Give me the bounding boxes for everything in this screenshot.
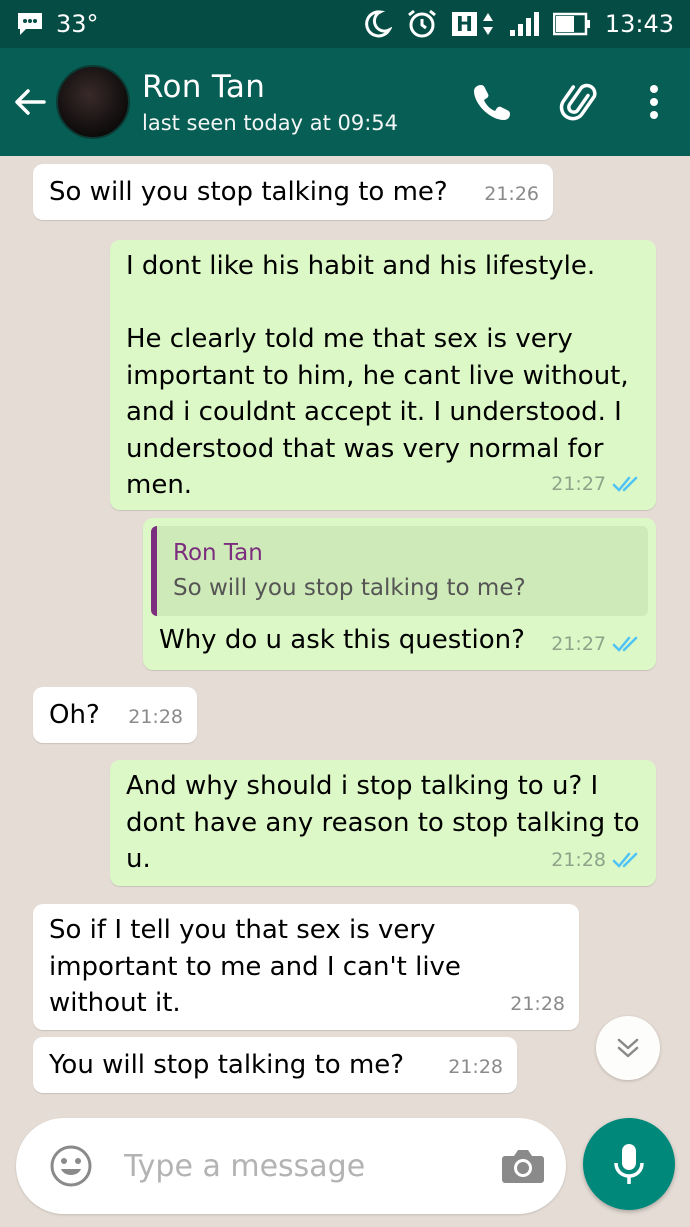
message-outgoing[interactable]: And why should i stop talking to u? I do… (110, 760, 656, 886)
message-text: So will you stop talking to me? (49, 177, 448, 207)
attach-button[interactable] (536, 58, 624, 146)
clock: 13:43 (604, 10, 674, 38)
read-ticks-icon (612, 636, 638, 652)
quoted-author: Ron Tan (173, 540, 263, 566)
read-ticks-icon (612, 852, 638, 868)
quoted-message[interactable]: Ron Tan So will you stop talking to me? (151, 526, 648, 616)
message-text: You will stop talking to me? (49, 1050, 405, 1080)
message-outgoing[interactable]: I dont like his habit and his lifestyle.… (110, 240, 656, 510)
temperature: 33° (56, 10, 99, 38)
chat-area[interactable]: So will you stop talking to me? 21:26 I … (0, 156, 690, 1116)
moon-icon (362, 9, 393, 39)
bbm-icon (16, 11, 44, 37)
avatar[interactable] (56, 65, 130, 139)
read-ticks-icon (612, 476, 638, 492)
camera-button[interactable] (488, 1118, 558, 1214)
chat-header: Ron Tan last seen today at 09:54 (0, 48, 690, 156)
paperclip-icon (559, 83, 597, 121)
message-time: 21:26 (484, 182, 539, 205)
message-text: So if I tell you that sex is very import… (49, 915, 470, 1018)
scroll-to-bottom-button[interactable] (596, 1016, 660, 1080)
message-time: 21:28 (510, 992, 565, 1015)
battery-icon (552, 12, 591, 36)
message-incoming[interactable]: So if I tell you that sex is very import… (33, 904, 579, 1030)
network-type-icon: H (452, 11, 495, 37)
alarm-icon (406, 8, 438, 40)
message-outgoing-reply[interactable]: Ron Tan So will you stop talking to me? … (143, 518, 656, 670)
voice-message-button[interactable] (583, 1118, 675, 1210)
contact-info[interactable]: Ron Tan last seen today at 09:54 (142, 69, 398, 135)
message-incoming[interactable]: So will you stop talking to me? 21:26 (33, 164, 553, 220)
back-button[interactable] (4, 48, 56, 156)
message-time: 21:28 (448, 1055, 503, 1078)
phone-icon (474, 85, 510, 120)
arrow-left-icon (15, 89, 46, 115)
chevron-double-down-icon (617, 1038, 639, 1058)
last-seen-status: last seen today at 09:54 (142, 111, 398, 135)
signal-icon (509, 11, 539, 37)
menu-button[interactable] (624, 58, 684, 146)
message-composer (16, 1118, 566, 1214)
more-vertical-icon (650, 85, 658, 119)
message-time: 21:28 (551, 848, 606, 871)
smiley-icon (50, 1145, 92, 1187)
voice-call-button[interactable] (448, 58, 536, 146)
message-input[interactable] (124, 1148, 484, 1184)
quoted-text: So will you stop talking to me? (173, 575, 526, 601)
message-time: 21:27 (551, 472, 606, 495)
camera-icon (502, 1150, 544, 1183)
microphone-icon (614, 1144, 644, 1184)
network-type-label: H (452, 12, 477, 36)
status-bar: 33° H 13:43 (0, 0, 690, 48)
message-time: 21:28 (128, 705, 183, 728)
message-incoming[interactable]: Oh? 21:28 (33, 687, 197, 743)
contact-name: Ron Tan (142, 69, 266, 105)
message-incoming[interactable]: You will stop talking to me? 21:28 (33, 1037, 517, 1093)
message-time: 21:27 (551, 632, 606, 655)
emoji-button[interactable] (36, 1118, 106, 1214)
